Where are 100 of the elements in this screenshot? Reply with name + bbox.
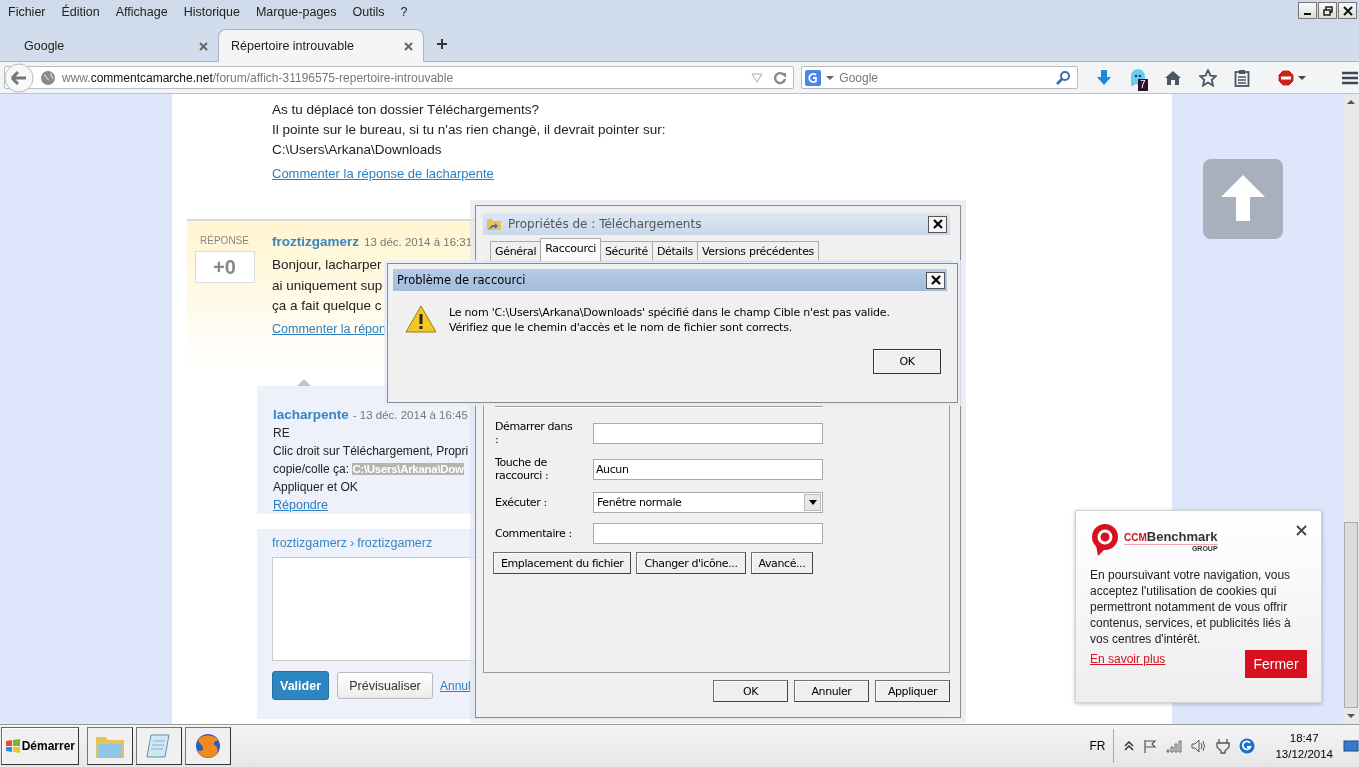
- cookie-message: En poursuivant votre navigation, vous acceptez l'utilisation de cookies qui permettront notamment de vous offrir contenus, services, et publicités liés à vos centres d'intérêt.: [1090, 567, 1292, 647]
- window-title: Propriétés de : Téléchargements: [508, 217, 703, 231]
- text-field[interactable]: Aucun: [593, 458, 823, 480]
- reply-link[interactable]: Répondre: [273, 498, 328, 512]
- start-button[interactable]: Démarrer: [1, 727, 79, 765]
- menu-item[interactable]: Outils: [352, 5, 385, 19]
- dialog-button[interactable]: Avancé...: [750, 552, 814, 574]
- flag-icon[interactable]: [1143, 739, 1158, 753]
- logo-icon: [1090, 523, 1120, 557]
- text-field[interactable]: [593, 422, 823, 444]
- dialog-tab[interactable]: Versions précédentes: [696, 241, 820, 261]
- field-label: Exécuter :: [495, 496, 548, 509]
- search-bar[interactable]: Google: [801, 66, 1078, 89]
- back-icon[interactable]: [4, 62, 34, 93]
- reload-icon[interactable]: [773, 70, 788, 85]
- scrollbar[interactable]: [1343, 94, 1359, 724]
- browser-tab[interactable]: Google: [12, 30, 218, 62]
- restore-button[interactable]: [1318, 2, 1337, 19]
- close-icon[interactable]: [932, 219, 943, 229]
- ok-button[interactable]: OK: [873, 349, 941, 374]
- close-button[interactable]: [928, 215, 947, 233]
- signal-icon[interactable]: [1166, 739, 1183, 753]
- menu-item[interactable]: Affichage: [115, 5, 168, 19]
- close-icon[interactable]: [930, 275, 941, 285]
- warning-icon: [405, 305, 437, 333]
- menu-item[interactable]: Fichier: [8, 5, 46, 19]
- clock-date[interactable]: 13/12/2014: [1275, 746, 1333, 762]
- cancel-link[interactable]: Annul: [440, 678, 471, 693]
- comment-link[interactable]: Commenter la réponse de lacharpente: [272, 166, 494, 181]
- dialog-button[interactable]: Appliquer: [875, 680, 950, 702]
- browser-tab[interactable]: Répertoire introuvable: [218, 29, 424, 62]
- notification-badge: 7: [1138, 78, 1148, 91]
- home-icon[interactable]: [1164, 69, 1182, 86]
- dialog-button[interactable]: Changer d'icône...: [636, 552, 746, 574]
- bookmark-star-icon[interactable]: [1199, 68, 1217, 87]
- field-label: Démarrer dans :: [495, 420, 573, 446]
- field-label: Commentaire :: [495, 527, 573, 540]
- menu-item[interactable]: Édition: [61, 5, 100, 19]
- answer-text: Bonjour, lacharper ai uniquement sup ça a fait quelque c: [272, 256, 383, 315]
- speaker-icon[interactable]: [1191, 739, 1208, 753]
- dialog-button[interactable]: Emplacement du fichier: [493, 552, 632, 574]
- circle-g-icon[interactable]: [1239, 738, 1256, 754]
- dialog-button[interactable]: OK: [713, 680, 788, 702]
- brand-name: Benchmark: [1146, 529, 1218, 544]
- close-notice-button[interactable]: Fermer: [1245, 650, 1307, 678]
- show-desktop-icon[interactable]: [1343, 739, 1359, 753]
- power-plug-icon[interactable]: [1216, 738, 1231, 754]
- caret-icon[interactable]: [1298, 74, 1306, 81]
- answer-text: As tu déplacé ton dossier Téléchargements? Il pointe sur le bureau, si tu n'as rien changè, il devrait pointer sur: C:\Users\Arkana\Downloads: [272, 101, 666, 159]
- comment-link[interactable]: Commenter la répon: [272, 321, 386, 336]
- caret-icon[interactable]: [808, 500, 817, 505]
- error-message: Le nom 'C:\Users\Arkana\Downloads' spécifié dans le champ Cible n'est pas valide. Vérifiez que le chemin d'accès et le nom de fichier sont corrects.: [449, 305, 891, 335]
- preview-button[interactable]: Prévisualiser: [337, 672, 433, 699]
- author-name[interactable]: lacharpente: [273, 407, 349, 422]
- taskbar-item[interactable]: [185, 727, 231, 765]
- download-icon[interactable]: [1096, 68, 1112, 87]
- vote-score: +0: [194, 251, 255, 283]
- close-icon[interactable]: [1342, 5, 1353, 16]
- window-title: Problème de raccourci: [397, 273, 526, 287]
- dialog-button[interactable]: Annuler: [794, 680, 869, 702]
- scrollbar-thumb[interactable]: [1344, 522, 1358, 708]
- stop-sign-icon[interactable]: [1277, 68, 1295, 87]
- submit-button[interactable]: Valider: [272, 671, 329, 700]
- pointer-arrow: [297, 379, 311, 386]
- menu-item[interactable]: Marque-pages: [255, 5, 337, 19]
- author-name[interactable]: froztizgamerz: [272, 234, 359, 249]
- learn-more-link[interactable]: En savoir plus: [1090, 652, 1166, 666]
- menu-icon[interactable]: [1341, 70, 1359, 85]
- breadcrumb-link[interactable]: froztizgamerz: [272, 536, 348, 550]
- comment-text: RE Clic droit sur Téléchargement, Propri copie/colle ça: C:\Users\Arkana\Dow Appliquer et OK: [273, 425, 469, 496]
- clipboard-icon[interactable]: [1234, 68, 1250, 87]
- post-date: 13 déc. 2014 à 16:31: [364, 236, 473, 248]
- close-icon[interactable]: [1296, 525, 1307, 536]
- dialog-tab[interactable]: Raccourci: [540, 238, 601, 261]
- breadcrumb-link[interactable]: froztizgamerz: [357, 536, 433, 550]
- brand-prefix: CCM: [1124, 532, 1147, 543]
- windows-flag-icon: [5, 739, 20, 753]
- taskbar-item[interactable]: [136, 727, 182, 765]
- close-button[interactable]: [926, 271, 945, 289]
- google-icon: [805, 69, 822, 86]
- taskbar-item[interactable]: [87, 727, 133, 765]
- minimize-button[interactable]: [1298, 2, 1317, 19]
- url-text: www.commentcamarche.net/forum/affich-31196575-repertoire-introuvable: [62, 70, 455, 85]
- post-date: - 13 déc. 2014 à 16:45: [352, 409, 468, 421]
- restore-icon[interactable]: [1322, 5, 1333, 16]
- plus-icon[interactable]: [436, 38, 448, 50]
- dialog-tab[interactable]: Sécurité: [599, 241, 653, 261]
- vote-label: RÉPONSE: [200, 235, 249, 246]
- language-indicator[interactable]: FR: [1089, 739, 1106, 753]
- menu-item[interactable]: Historique: [183, 5, 240, 19]
- clock-time[interactable]: 18:47: [1289, 730, 1319, 746]
- close-button[interactable]: [1338, 2, 1357, 19]
- menu-item[interactable]: ?: [400, 5, 408, 19]
- chevron-up-icon[interactable]: [1124, 741, 1135, 751]
- search-icon[interactable]: [1055, 69, 1071, 86]
- breadcrumb-separator: ›: [350, 536, 355, 550]
- globe-icon: [194, 732, 222, 760]
- dialog-tab[interactable]: Général: [490, 241, 542, 261]
- text-field[interactable]: [593, 523, 823, 544]
- dropdown[interactable]: Fenêtre normale: [593, 492, 823, 513]
